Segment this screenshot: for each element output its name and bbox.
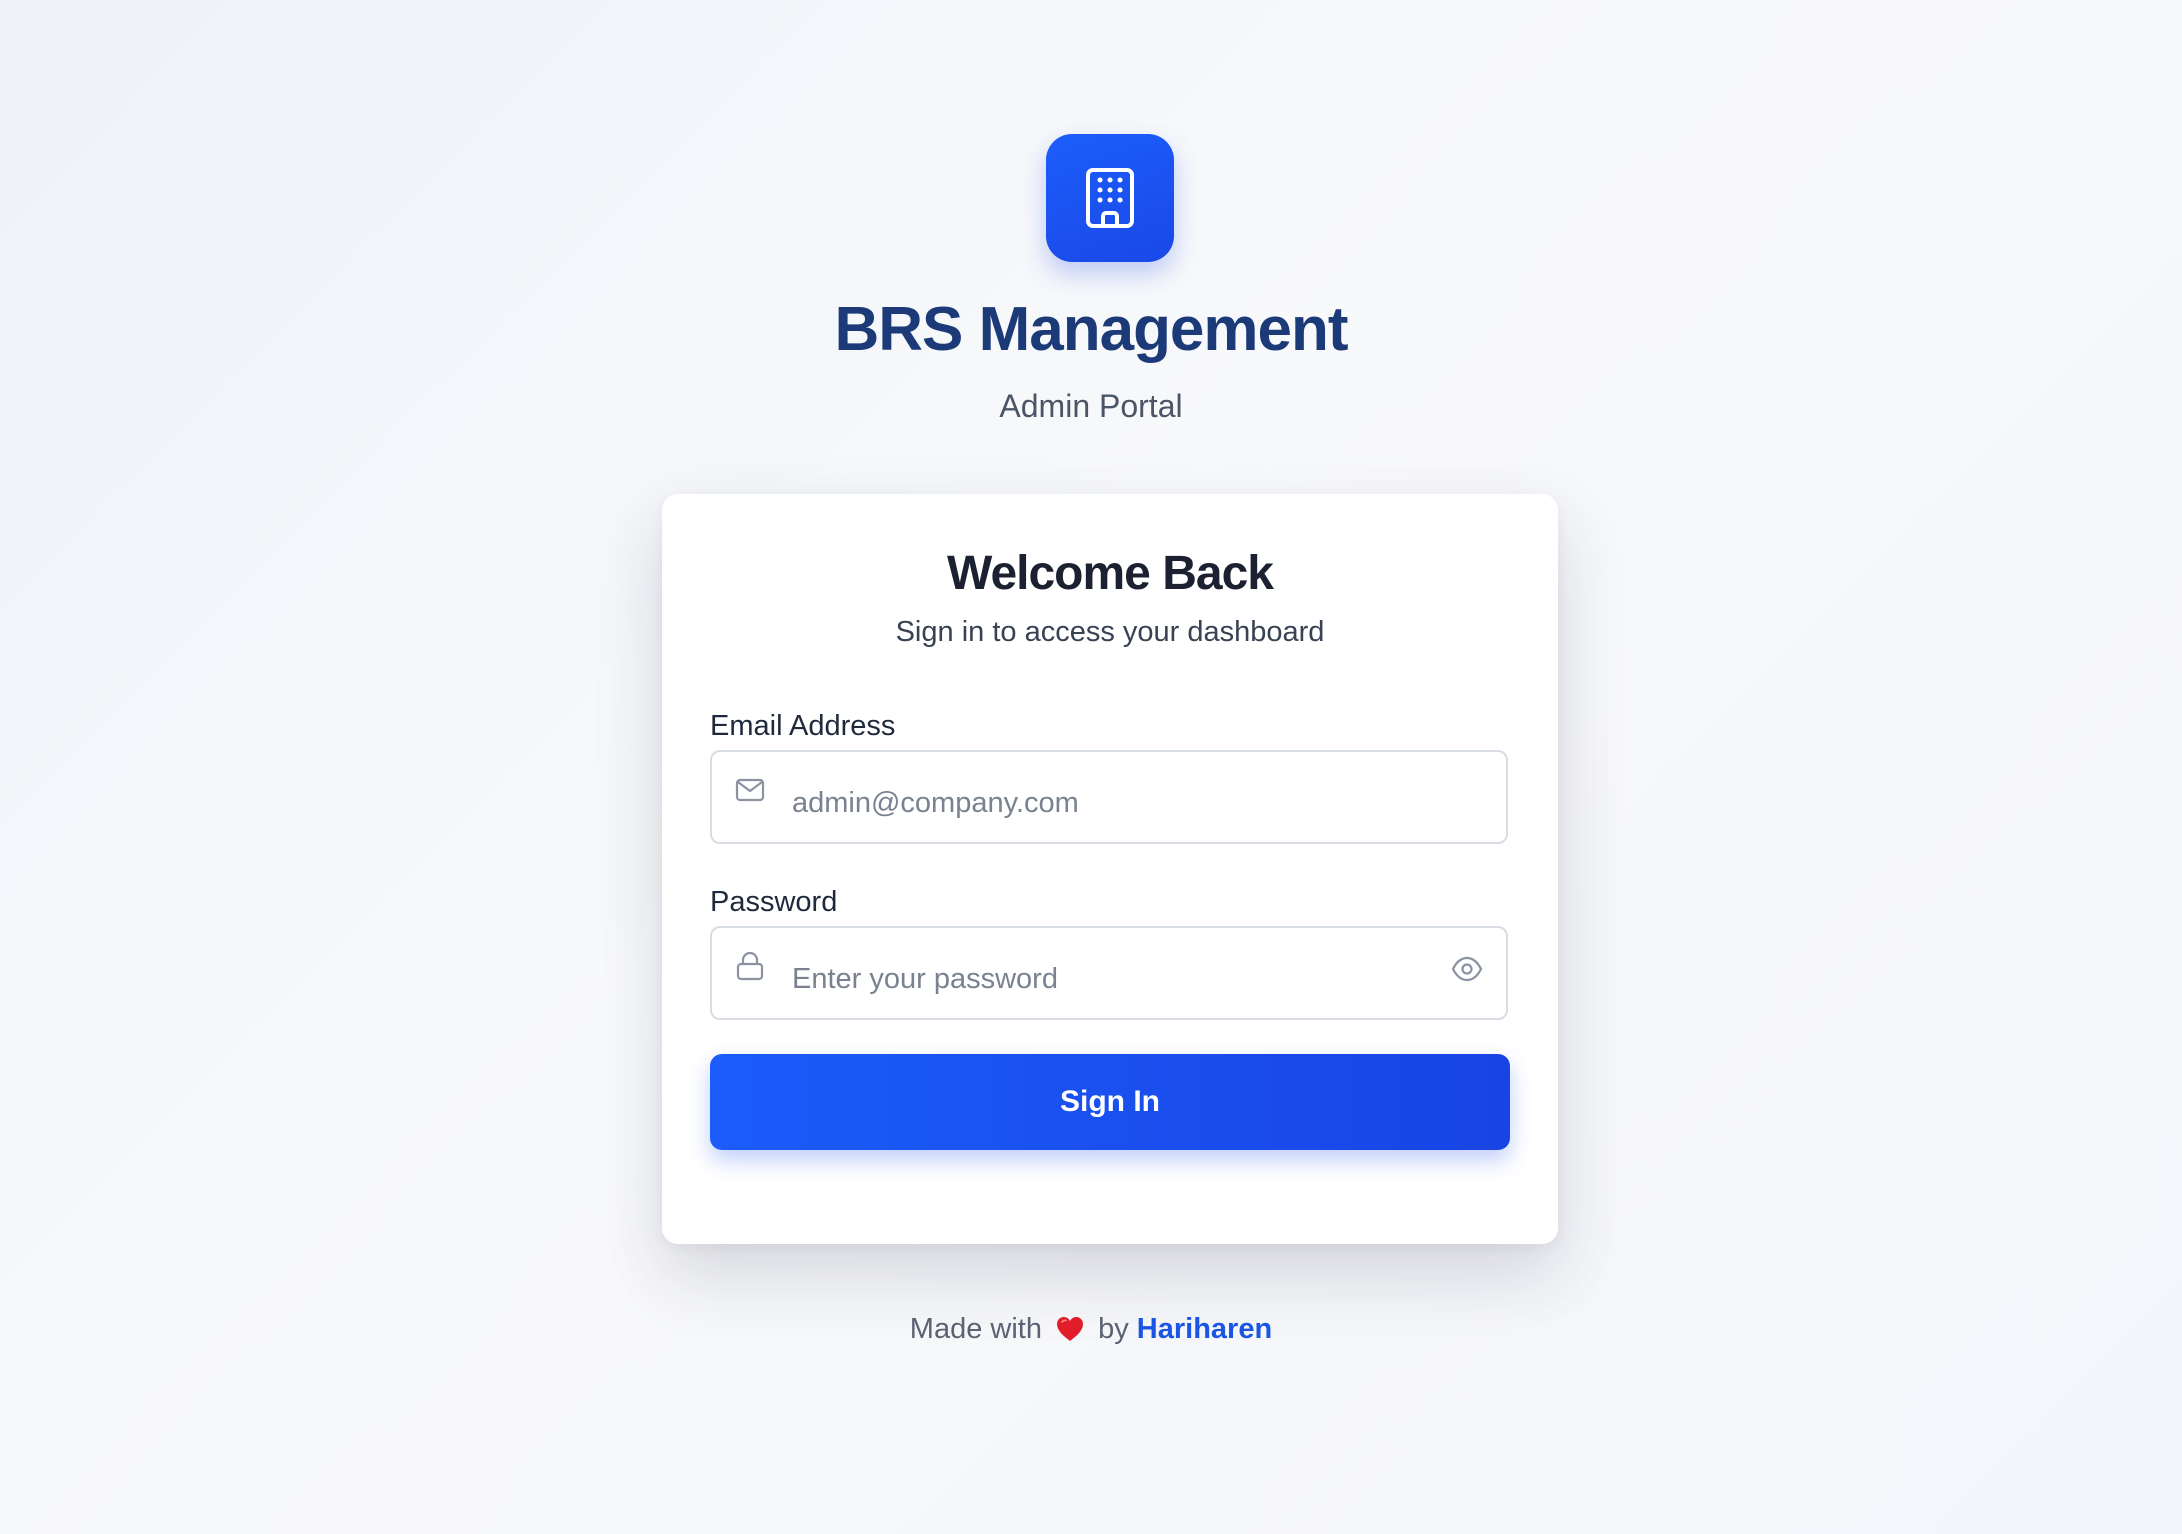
password-field[interactable] bbox=[710, 926, 1508, 1024]
mail-icon bbox=[735, 778, 765, 802]
email-label: Email Address bbox=[710, 710, 896, 742]
app-subtitle: Admin Portal bbox=[999, 388, 1183, 424]
eye-icon[interactable] bbox=[1450, 952, 1484, 986]
app-title: BRS Management bbox=[834, 295, 1348, 364]
building-icon bbox=[1086, 168, 1134, 228]
login-card: Welcome Back Sign in to access your dash… bbox=[662, 494, 1558, 1244]
footer-by: by bbox=[1098, 1313, 1129, 1345]
login-page: BRS Management Admin Portal Welcome Back… bbox=[0, 0, 2182, 1534]
lock-icon bbox=[736, 951, 764, 981]
footer: Made with by Hariharen bbox=[0, 1310, 2182, 1348]
password-label: Password bbox=[710, 886, 838, 918]
card-subtitle: Sign in to access your dashboard bbox=[895, 616, 1325, 648]
footer-prefix: Made with bbox=[909, 1313, 1042, 1345]
email-field[interactable] bbox=[710, 750, 1508, 848]
app-logo bbox=[1046, 134, 1174, 262]
heart-icon bbox=[1057, 1317, 1084, 1341]
password-input[interactable] bbox=[792, 928, 1412, 1024]
sign-in-button[interactable]: Sign In bbox=[710, 1054, 1510, 1150]
email-input[interactable] bbox=[792, 752, 1412, 848]
author-link[interactable]: Hariharen bbox=[1137, 1313, 1272, 1345]
card-title: Welcome Back bbox=[947, 547, 1274, 600]
